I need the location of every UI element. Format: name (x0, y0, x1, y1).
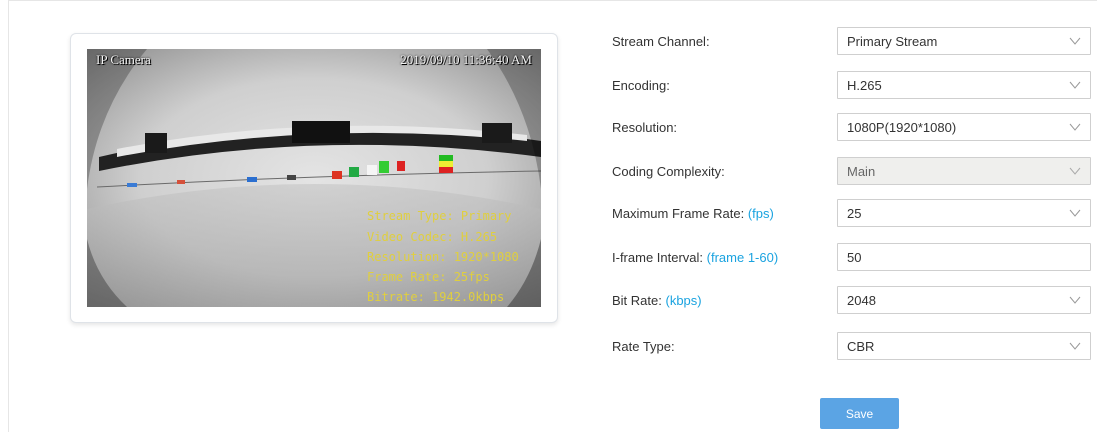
iframe-interval-label: I-frame Interval: (frame 1-60) (612, 250, 778, 265)
rate-type-row: Rate Type: CBR (612, 332, 1092, 362)
bit-rate-row: Bit Rate: (kbps) 2048 (612, 286, 1092, 316)
max-frame-rate-value: 25 (847, 206, 862, 221)
resolution-value: 1080P(1920*1080) (847, 120, 957, 135)
bitrate-overlay: Bitrate: 1942.0kbps (367, 290, 505, 304)
max-frame-rate-label-text: Maximum Frame Rate: (612, 206, 745, 221)
chevron-down-icon (1069, 342, 1081, 350)
timestamp-osd: 2019/09/10 11:36:40 AM (400, 52, 532, 67)
stream-channel-row: Stream Channel: Primary Stream (612, 27, 1092, 57)
chevron-down-icon (1069, 37, 1081, 45)
iframe-interval-value: 50 (847, 250, 862, 265)
iframe-interval-label-text: I-frame Interval: (612, 250, 704, 265)
max-frame-rate-label: Maximum Frame Rate: (fps) (612, 206, 774, 221)
frame-rate-overlay: Frame Rate: 25fps (367, 270, 490, 284)
coding-complexity-value: Main (847, 164, 876, 179)
encoding-select[interactable]: H.265 (837, 71, 1091, 99)
stream-type-overlay: Stream Type: Primary (367, 209, 512, 223)
coding-complexity-label: Coding Complexity: (612, 164, 725, 179)
chevron-down-icon (1069, 167, 1081, 175)
save-button[interactable]: Save (820, 398, 899, 429)
max-frame-rate-select[interactable]: 25 (837, 199, 1091, 227)
rate-type-label: Rate Type: (612, 339, 675, 354)
live-preview-card: IP Camera 2019/09/10 11:36:40 AM Stream … (70, 33, 558, 323)
fps-unit: (fps) (747, 206, 774, 221)
iframe-interval-input[interactable]: 50 (837, 243, 1091, 271)
stream-channel-select[interactable]: Primary Stream (837, 27, 1091, 55)
coding-complexity-row: Coding Complexity: Main (612, 157, 1092, 187)
bit-rate-select[interactable]: 2048 (837, 286, 1091, 314)
chevron-down-icon (1069, 81, 1081, 89)
stream-channel-label: Stream Channel: (612, 34, 710, 49)
resolution-row: Resolution: 1080P(1920*1080) (612, 113, 1092, 143)
left-divider (8, 0, 9, 432)
coding-complexity-select: Main (837, 157, 1091, 185)
resolution-label: Resolution: (612, 120, 678, 135)
max-frame-rate-row: Maximum Frame Rate: (fps) 25 (612, 199, 1092, 229)
encoding-label: Encoding: (612, 78, 670, 93)
iframe-interval-row: I-frame Interval: (frame 1-60) 50 (612, 243, 1092, 273)
bit-rate-label: Bit Rate: (kbps) (612, 293, 702, 308)
kbps-unit: (kbps) (665, 293, 702, 308)
encoding-row: Encoding: H.265 (612, 71, 1092, 101)
stream-channel-value: Primary Stream (847, 34, 938, 49)
chevron-down-icon (1069, 296, 1081, 304)
bit-rate-value: 2048 (847, 293, 876, 308)
rate-type-select[interactable]: CBR (837, 332, 1091, 360)
resolution-overlay: Resolution: 1920*1080 (367, 250, 519, 264)
frame-range-unit: (frame 1-60) (706, 250, 779, 265)
rate-type-value: CBR (847, 339, 875, 354)
resolution-select[interactable]: 1080P(1920*1080) (837, 113, 1091, 141)
live-video[interactable]: IP Camera 2019/09/10 11:36:40 AM Stream … (87, 49, 541, 307)
chevron-down-icon (1069, 209, 1081, 217)
video-codec-overlay: Video Codec: H.265 (367, 230, 498, 244)
camera-name-osd: IP Camera (96, 52, 151, 67)
top-divider (8, 0, 1097, 1)
fisheye-scene (87, 49, 541, 307)
bit-rate-label-text: Bit Rate: (612, 293, 662, 308)
chevron-down-icon (1069, 123, 1081, 131)
encoding-value: H.265 (847, 78, 882, 93)
